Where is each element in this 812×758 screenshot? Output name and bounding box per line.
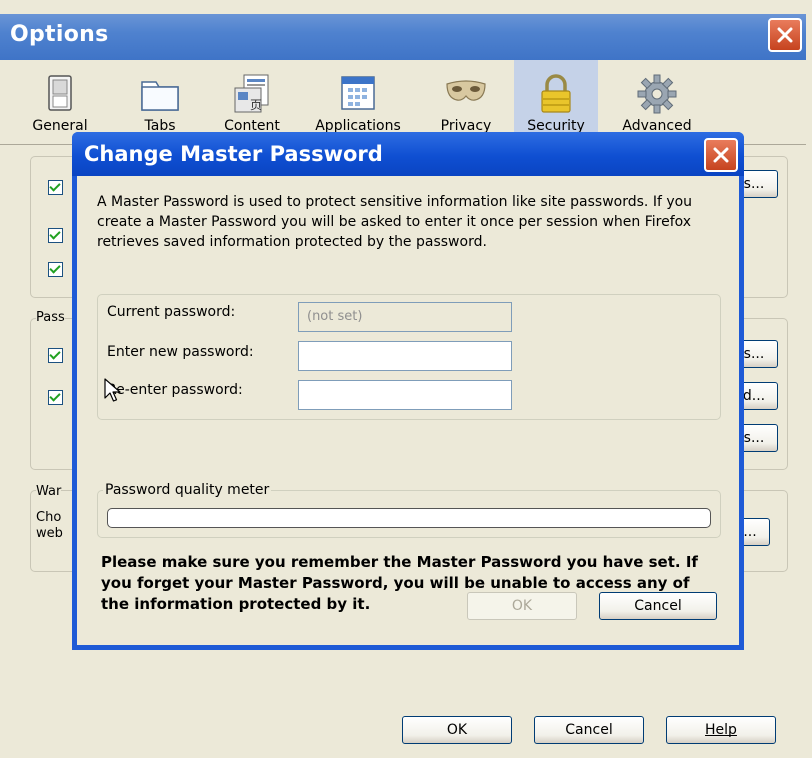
general-switch-icon xyxy=(38,72,82,116)
advanced-gear-icon xyxy=(635,72,679,116)
content-icon: 页 xyxy=(230,72,274,116)
close-icon[interactable] xyxy=(768,18,802,52)
dialog-ok-button[interactable]: OK xyxy=(467,592,577,620)
mouse-cursor-icon xyxy=(104,378,121,402)
change-master-password-dialog: Change Master Password A Master Password… xyxy=(72,132,744,650)
options-title: Options xyxy=(10,22,109,47)
dialog-description: A Master Password is used to protect sen… xyxy=(97,194,693,250)
options-titlebar[interactable]: Options xyxy=(0,14,806,60)
current-password-field: (not set) xyxy=(298,302,512,332)
svg-text:页: 页 xyxy=(250,98,262,112)
dialog-titlebar[interactable]: Change Master Password xyxy=(72,132,744,176)
bg-checkbox-4[interactable] xyxy=(48,348,63,363)
bg-checkbox-5[interactable] xyxy=(48,390,63,405)
bg-warnings-legend: War xyxy=(36,484,62,499)
close-icon[interactable] xyxy=(704,138,738,172)
bg-checkbox-3[interactable] xyxy=(48,262,63,277)
reenter-password-label: Re-enter password: xyxy=(107,382,243,398)
dialog-title: Change Master Password xyxy=(84,142,383,166)
bg-warnings-text-1: Cho xyxy=(36,510,62,525)
current-password-label: Current password: xyxy=(107,304,236,320)
bg-checkbox-2[interactable] xyxy=(48,228,63,243)
new-password-label: Enter new password: xyxy=(107,344,254,360)
dialog-body: A Master Password is used to protect sen… xyxy=(77,176,739,645)
privacy-mask-icon xyxy=(444,72,488,116)
bg-checkbox-1[interactable] xyxy=(48,180,63,195)
security-padlock-icon xyxy=(534,72,578,116)
applications-icon xyxy=(336,72,380,116)
bg-passwords-legend: Pass xyxy=(36,310,65,325)
quality-meter-label: Password quality meter xyxy=(103,482,272,498)
options-help-button[interactable]: Help xyxy=(666,716,776,744)
options-cancel-button[interactable]: Cancel xyxy=(534,716,644,744)
password-quality-meter xyxy=(107,508,711,528)
reenter-password-field[interactable] xyxy=(298,380,512,410)
bg-warnings-text-2: web xyxy=(36,526,63,541)
dialog-cancel-button[interactable]: Cancel xyxy=(599,592,717,620)
options-ok-button[interactable]: OK xyxy=(402,716,512,744)
tabs-icon xyxy=(138,72,182,116)
new-password-field[interactable] xyxy=(298,341,512,371)
